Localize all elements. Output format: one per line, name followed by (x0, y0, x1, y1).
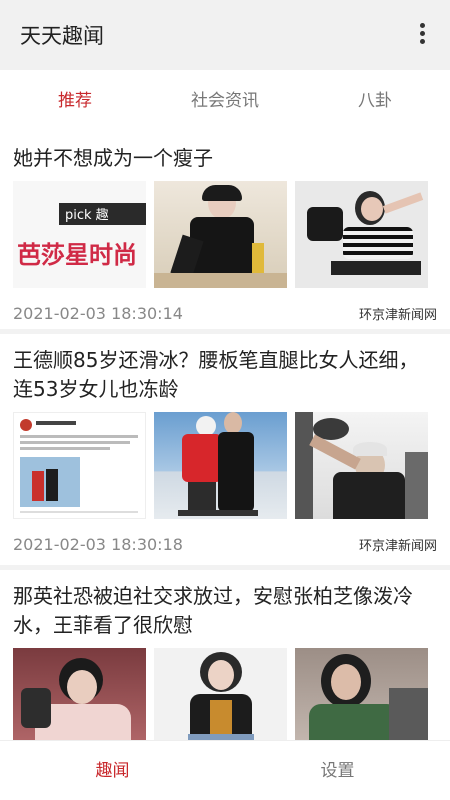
banner-tag-text: pick 趣 (65, 208, 109, 223)
nav-item-news[interactable]: 趣闻 (0, 741, 225, 800)
thumbnail-row (0, 404, 450, 519)
thumbnail-row (0, 640, 450, 740)
news-card[interactable]: 王德顺85岁还滑冰？腰板笔直腿比女人还细，连53岁女儿也冻龄 2021-02-0… (0, 334, 450, 570)
news-card[interactable]: 那英社恐被迫社交求放过，安慰张柏芝像泼冷水，王菲看了很欣慰 (0, 570, 450, 740)
woman-leather-jacket-image[interactable] (154, 648, 287, 740)
woman-black-outfit-image[interactable] (154, 181, 287, 288)
news-title[interactable]: 王德顺85岁还滑冰？腰板笔直腿比女人还细，连53岁女儿也冻龄 (0, 334, 450, 404)
social-post-screenshot-image[interactable] (13, 412, 146, 519)
publish-time: 2021-02-03 18:30:18 (13, 534, 183, 554)
news-title[interactable]: 她并不想成为一个瘦子 (0, 132, 450, 173)
more-options-icon[interactable] (418, 23, 426, 47)
tab-society-news[interactable]: 社会资讯 (150, 70, 300, 132)
woman-pink-jacket-image[interactable] (13, 648, 146, 740)
news-meta: 2021-02-03 18:30:14 环京津新闻网 (0, 288, 450, 338)
publish-time: 2021-02-03 18:30:14 (13, 303, 183, 323)
couple-on-ice-image[interactable] (154, 412, 287, 519)
news-meta: 2021-02-03 18:30:18 环京津新闻网 (0, 519, 450, 569)
app-title: 天天趣闻 (20, 24, 104, 48)
news-title[interactable]: 那英社恐被迫社交求放过，安慰张柏芝像泼冷水，王菲看了很欣慰 (0, 570, 450, 640)
banner-text: 芭莎星时尚 (17, 240, 137, 269)
elderly-man-gym-image[interactable] (295, 412, 428, 519)
category-tabs: 推荐 社会资讯 八卦 (0, 70, 450, 132)
bottom-navigation: 趣闻 设置 (0, 740, 450, 800)
woman-reclining-stripes-image[interactable] (295, 181, 428, 288)
news-feed[interactable]: 她并不想成为一个瘦子 pick 趣 芭莎星时尚 2021-02-03 18:30… (0, 132, 450, 740)
fashion-banner-graphic: pick 趣 芭莎星时尚 (13, 181, 146, 288)
thumbnail-row: pick 趣 芭莎星时尚 (0, 173, 450, 288)
tab-gossip[interactable]: 八卦 (300, 70, 450, 132)
news-source: 环京津新闻网 (358, 538, 437, 554)
app-bar: 天天趣闻 (0, 0, 450, 70)
nav-item-settings[interactable]: 设置 (225, 741, 450, 800)
news-card[interactable]: 她并不想成为一个瘦子 pick 趣 芭莎星时尚 2021-02-03 18:30… (0, 132, 450, 334)
tab-recommend[interactable]: 推荐 (0, 70, 150, 132)
news-source: 环京津新闻网 (358, 307, 437, 323)
woman-green-outfit-image[interactable] (295, 648, 428, 740)
fashion-magazine-banner-image[interactable]: pick 趣 芭莎星时尚 (13, 181, 146, 288)
